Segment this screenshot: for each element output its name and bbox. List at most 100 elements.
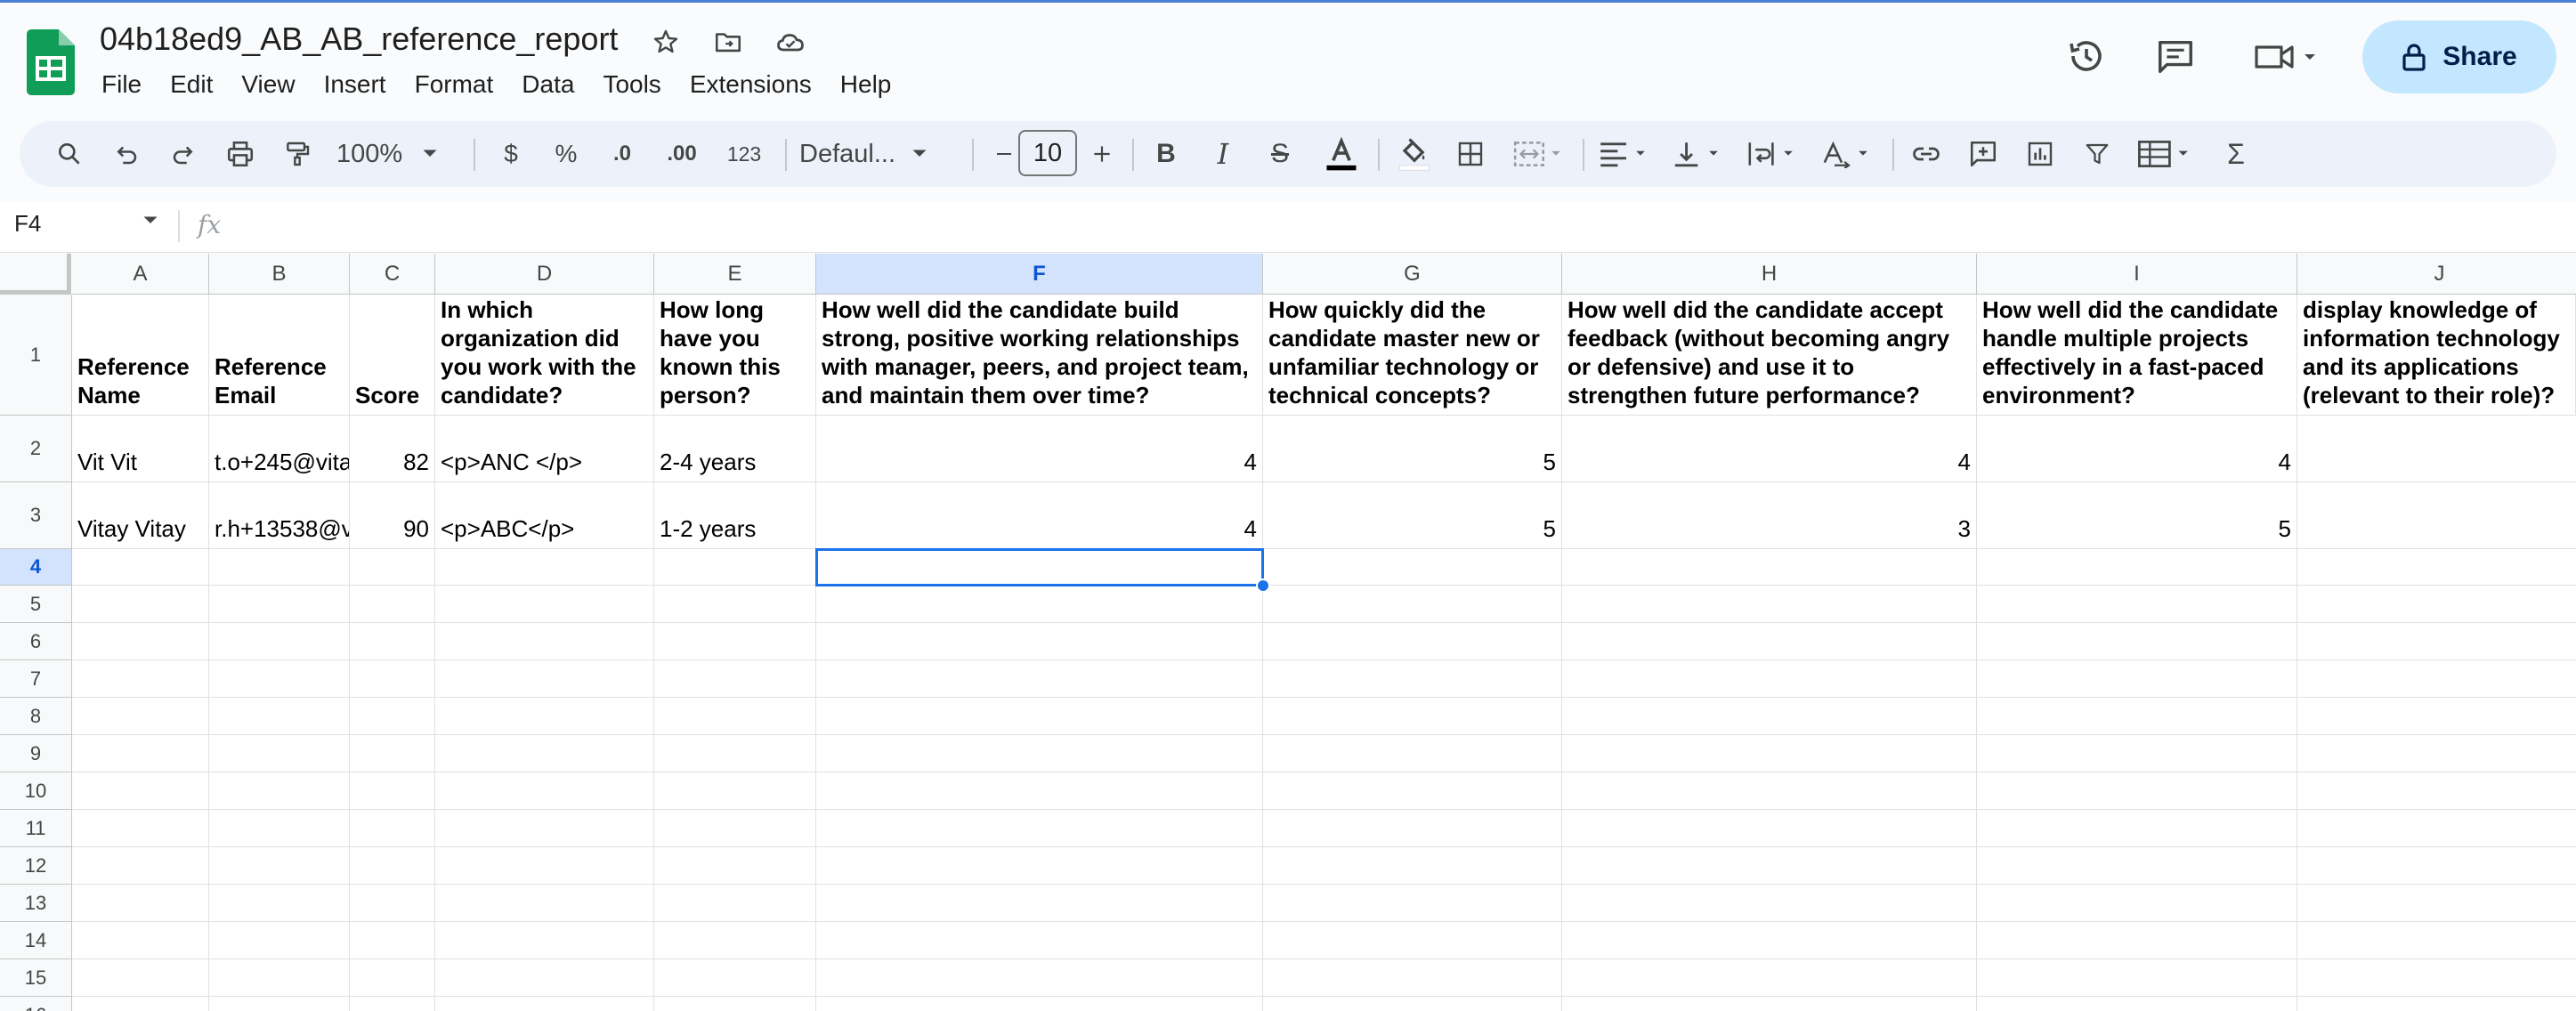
table-views-icon[interactable]	[2131, 121, 2202, 187]
cell-h11[interactable]	[1562, 810, 1977, 847]
cell-c9[interactable]	[350, 735, 435, 772]
cell-j3[interactable]	[2297, 482, 2576, 549]
cell-a11[interactable]	[72, 810, 209, 847]
cell-i3[interactable]: 5	[1977, 482, 2297, 549]
row-header-5[interactable]: 5	[0, 586, 72, 623]
cell-d1[interactable]: In which organization did you work with …	[435, 295, 654, 416]
cell-a10[interactable]	[72, 772, 209, 810]
cell-f1[interactable]: How well did the candidate build strong,…	[816, 295, 1263, 416]
version-history-icon[interactable]	[2058, 28, 2115, 85]
cell-c5[interactable]	[350, 586, 435, 623]
cell-g14[interactable]	[1263, 922, 1562, 959]
chevron-down-icon[interactable]	[142, 215, 158, 226]
cell-a4[interactable]	[72, 549, 209, 586]
row-header-10[interactable]: 10	[0, 772, 72, 810]
select-all-corner[interactable]	[0, 254, 71, 295]
cell-j8[interactable]	[2297, 698, 2576, 735]
cell-g3[interactable]: 5	[1263, 482, 1562, 549]
name-box[interactable]: F4	[14, 210, 41, 238]
format-currency-button[interactable]: $	[491, 121, 531, 187]
cell-e14[interactable]	[654, 922, 816, 959]
cell-j6[interactable]	[2297, 623, 2576, 660]
strikethrough-icon[interactable]: S	[1260, 121, 1300, 187]
horizontal-align-icon[interactable]	[1595, 121, 1657, 187]
cell-d12[interactable]	[435, 847, 654, 885]
cell-j12[interactable]	[2297, 847, 2576, 885]
move-to-folder-icon[interactable]	[710, 24, 746, 60]
cell-e10[interactable]	[654, 772, 816, 810]
cell-i9[interactable]	[1977, 735, 2297, 772]
cell-f11[interactable]	[816, 810, 1263, 847]
row-header-2[interactable]: 2	[0, 416, 72, 482]
increase-decimal-button[interactable]: .00	[655, 121, 709, 187]
cell-i12[interactable]	[1977, 847, 2297, 885]
cell-e1[interactable]: How long have you known this person?	[654, 295, 816, 416]
undo-icon[interactable]	[107, 121, 146, 187]
cell-d15[interactable]	[435, 959, 654, 997]
row-header-14[interactable]: 14	[0, 922, 72, 959]
cell-j16[interactable]	[2297, 997, 2576, 1011]
cell-a3[interactable]: Vitay Vitay	[72, 482, 209, 549]
vertical-align-icon[interactable]	[1668, 121, 1730, 187]
cell-d4[interactable]	[435, 549, 654, 586]
cell-e11[interactable]	[654, 810, 816, 847]
insert-link-icon[interactable]	[1907, 121, 1946, 187]
menu-view[interactable]: View	[227, 67, 309, 102]
paint-format-icon[interactable]	[278, 121, 317, 187]
cell-h2[interactable]: 4	[1562, 416, 1977, 482]
cell-g11[interactable]	[1263, 810, 1562, 847]
cell-h10[interactable]	[1562, 772, 1977, 810]
cell-b14[interactable]	[209, 922, 350, 959]
cell-i7[interactable]	[1977, 660, 2297, 698]
cell-b9[interactable]	[209, 735, 350, 772]
cell-h16[interactable]	[1562, 997, 1977, 1011]
cell-a9[interactable]	[72, 735, 209, 772]
cell-b13[interactable]	[209, 885, 350, 922]
cell-f6[interactable]	[816, 623, 1263, 660]
cell-h6[interactable]	[1562, 623, 1977, 660]
row-header-11[interactable]: 11	[0, 810, 72, 847]
cell-e3[interactable]: 1-2 years	[654, 482, 816, 549]
cloud-saved-icon[interactable]	[773, 24, 808, 60]
cell-d13[interactable]	[435, 885, 654, 922]
cell-a12[interactable]	[72, 847, 209, 885]
cell-f5[interactable]	[816, 586, 1263, 623]
cell-g13[interactable]	[1263, 885, 1562, 922]
search-menus-icon[interactable]	[50, 121, 89, 187]
cell-i5[interactable]	[1977, 586, 2297, 623]
cell-g12[interactable]	[1263, 847, 1562, 885]
cell-e7[interactable]	[654, 660, 816, 698]
menu-file[interactable]: File	[87, 67, 156, 102]
cell-b8[interactable]	[209, 698, 350, 735]
cell-c6[interactable]	[350, 623, 435, 660]
cell-c2[interactable]: 82	[350, 416, 435, 482]
menu-tools[interactable]: Tools	[588, 67, 675, 102]
cell-i6[interactable]	[1977, 623, 2297, 660]
cell-c10[interactable]	[350, 772, 435, 810]
cell-e8[interactable]	[654, 698, 816, 735]
column-header-d[interactable]: D	[435, 254, 654, 295]
cell-b5[interactable]	[209, 586, 350, 623]
cell-b2[interactable]: t.o+245@vitay.io	[209, 416, 350, 482]
cell-d14[interactable]	[435, 922, 654, 959]
cell-f9[interactable]	[816, 735, 1263, 772]
cell-b15[interactable]	[209, 959, 350, 997]
cell-c8[interactable]	[350, 698, 435, 735]
column-header-i[interactable]: I	[1977, 254, 2297, 295]
cell-f15[interactable]	[816, 959, 1263, 997]
fill-color-icon[interactable]	[1390, 121, 1438, 187]
cell-g9[interactable]	[1263, 735, 1562, 772]
cell-a2[interactable]: Vit Vit	[72, 416, 209, 482]
cell-h9[interactable]	[1562, 735, 1977, 772]
cell-h14[interactable]	[1562, 922, 1977, 959]
star-icon[interactable]	[648, 24, 684, 60]
cell-c12[interactable]	[350, 847, 435, 885]
cell-d2[interactable]: <p>ANC </p>	[435, 416, 654, 482]
cell-i11[interactable]	[1977, 810, 2297, 847]
cell-d11[interactable]	[435, 810, 654, 847]
cell-b11[interactable]	[209, 810, 350, 847]
menu-help[interactable]: Help	[826, 67, 906, 102]
cell-a6[interactable]	[72, 623, 209, 660]
cell-e15[interactable]	[654, 959, 816, 997]
cell-d3[interactable]: <p>ABC</p>	[435, 482, 654, 549]
